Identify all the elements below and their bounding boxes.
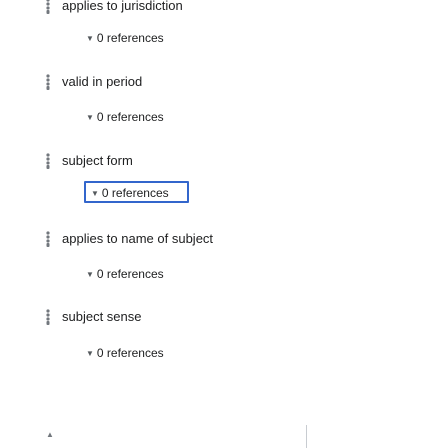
caret-down-icon: ▼ [86,349,94,358]
references-count: 0 references [101,186,169,200]
references-toggle[interactable]: ▼ 0 references [86,343,198,365]
drag-handle-icon[interactable] [44,0,52,15]
qualifier-property-label[interactable]: applies to name of subject [62,231,213,247]
qualifier-property-label[interactable]: subject sense [62,309,142,325]
caret-up-icon[interactable]: ▲ [46,430,54,439]
caret-down-icon: ▼ [86,270,94,279]
statement-row: valid in period [0,70,448,94]
qualifier-statements-panel: applies to jurisdiction ▼ 0 references va… [0,0,448,448]
references-toggle-focused[interactable]: ▼ 0 references [84,181,189,203]
drag-handle-icon[interactable] [44,230,52,248]
drag-handle-icon[interactable] [44,73,52,91]
references-toggle[interactable]: ▼ 0 references [86,107,198,129]
statement-row: subject sense [0,305,448,329]
drag-handle-icon[interactable] [44,152,52,170]
drag-handle-icon[interactable] [44,308,52,326]
caret-down-icon: ▼ [86,113,94,122]
references-toggle[interactable]: ▼ 0 references [86,264,198,286]
references-toggle[interactable]: ▼ 0 references [86,28,198,50]
qualifier-property-label[interactable]: applies to jurisdiction [62,0,183,14]
references-count: 0 references [96,267,164,281]
caret-down-icon: ▼ [91,189,99,198]
statement-row: applies to jurisdiction [0,0,448,18]
references-count: 0 references [96,346,164,360]
references-count: 0 references [96,31,164,45]
qualifier-property-label[interactable]: subject form [62,153,133,169]
qualifier-property-label[interactable]: valid in period [62,74,142,90]
references-count: 0 references [96,110,164,124]
statement-row: subject form [0,149,448,173]
statement-row: applies to name of subject [0,227,448,251]
caret-down-icon: ▼ [86,34,94,43]
divider [306,425,307,448]
